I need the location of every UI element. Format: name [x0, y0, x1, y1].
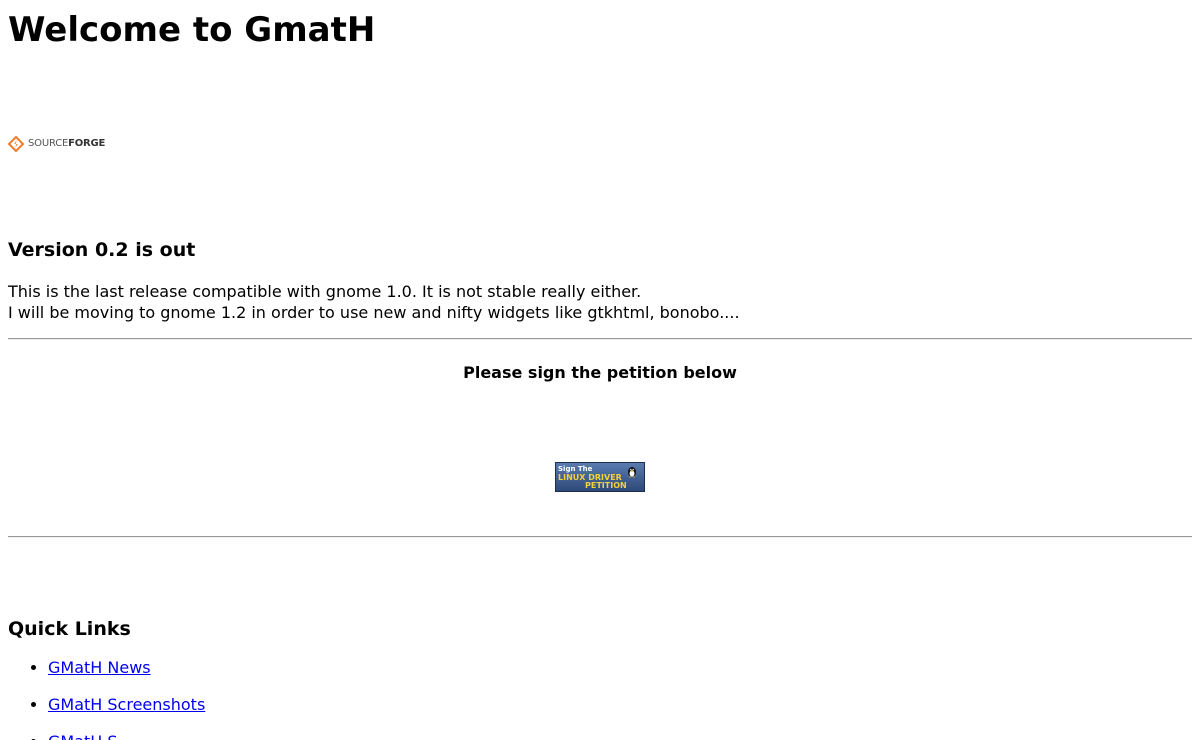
sourceforge-wordmark-source: SOURCE [28, 138, 69, 149]
page-title: Welcome to GmatH [8, 10, 376, 50]
news-heading: Version 0.2 is out [8, 239, 196, 261]
quick-links-list: GMatH News GMatH Screenshots GMatH S... [8, 657, 205, 740]
list-item: GMatH News [48, 657, 205, 679]
link-gmath-news[interactable]: GMatH News [48, 658, 151, 677]
sourceforge-logo[interactable]: SOURCEFORGE [8, 136, 105, 152]
banner-line-3: PETITION [585, 481, 627, 490]
sourceforge-wordmark: SOURCEFORGE [28, 136, 105, 152]
news-body: This is the last release compatible with… [8, 281, 740, 323]
link-gmath-more[interactable]: GMatH S... [48, 732, 133, 740]
petition-banner-image: Sign The LINUX DRIVER PETITION [555, 462, 645, 492]
page: Welcome to GmatH SOURCEFORGE Version 0.2… [0, 0, 1200, 740]
sourceforge-wordmark-forge: FORGE [68, 138, 106, 149]
link-gmath-screenshots[interactable]: GMatH Screenshots [48, 695, 205, 714]
list-item: GMatH Screenshots [48, 694, 205, 716]
divider-top [8, 338, 1192, 340]
quick-links-heading: Quick Links [8, 618, 131, 640]
petition-text: Please sign the petition below [463, 363, 737, 382]
sourceforge-diamond-icon [8, 136, 24, 152]
banner-line-1: Sign The [558, 465, 593, 473]
news-line-2: I will be moving to gnome 1.2 in order t… [8, 303, 740, 322]
news-line-1: This is the last release compatible with… [8, 282, 642, 301]
linux-driver-petition-banner[interactable]: Sign The LINUX DRIVER PETITION [555, 462, 645, 492]
list-item: GMatH S... [48, 731, 205, 740]
divider-bottom [8, 536, 1192, 538]
